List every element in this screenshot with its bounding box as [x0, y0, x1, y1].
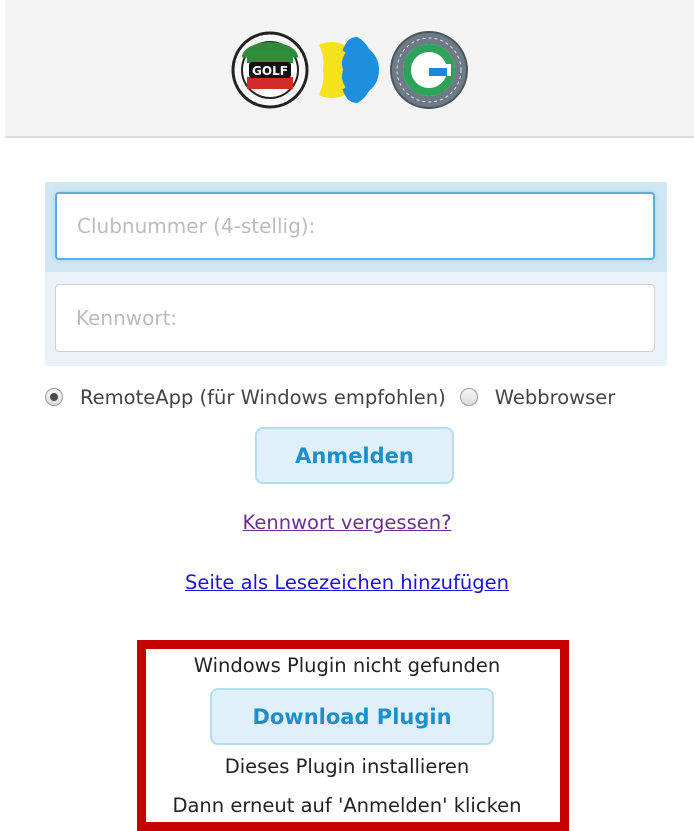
plugin-not-found-text: Windows Plugin nicht gefunden: [193, 654, 501, 677]
header-bar: GOLF G: [5, 0, 694, 138]
plugin-retry-text: Dann erneut auf 'Anmelden' klicken: [172, 794, 522, 817]
login-mode-selector: RemoteApp (für Windows empfohlen) Webbro…: [45, 382, 690, 412]
radio-webbrowser-label[interactable]: Webbrowser: [495, 386, 616, 409]
deutscher-golf-verband-g-icon: G: [389, 31, 468, 109]
bookmark-link[interactable]: Seite als Lesezeichen hinzufügen: [0, 571, 694, 594]
download-plugin-button[interactable]: Download Plugin: [210, 688, 494, 745]
golf-logo-text: GOLF: [252, 64, 288, 78]
blue-yellow-emblem-icon: [318, 37, 379, 103]
login-button[interactable]: Anmelden: [255, 427, 454, 484]
plugin-install-text: Dieses Plugin installieren: [224, 755, 470, 778]
golf-verband-seal-icon: GOLF: [231, 31, 308, 109]
radio-remoteapp-label[interactable]: RemoteApp (für Windows empfohlen): [80, 386, 446, 409]
forgot-password-link[interactable]: Kennwort vergessen?: [0, 511, 694, 534]
password-input[interactable]: [55, 284, 655, 352]
login-form: [45, 182, 667, 366]
radio-webbrowser[interactable]: [459, 388, 478, 406]
logo-strip: GOLF G: [5, 30, 694, 110]
radio-remoteapp[interactable]: [45, 388, 63, 406]
club-number-input[interactable]: [55, 192, 655, 260]
